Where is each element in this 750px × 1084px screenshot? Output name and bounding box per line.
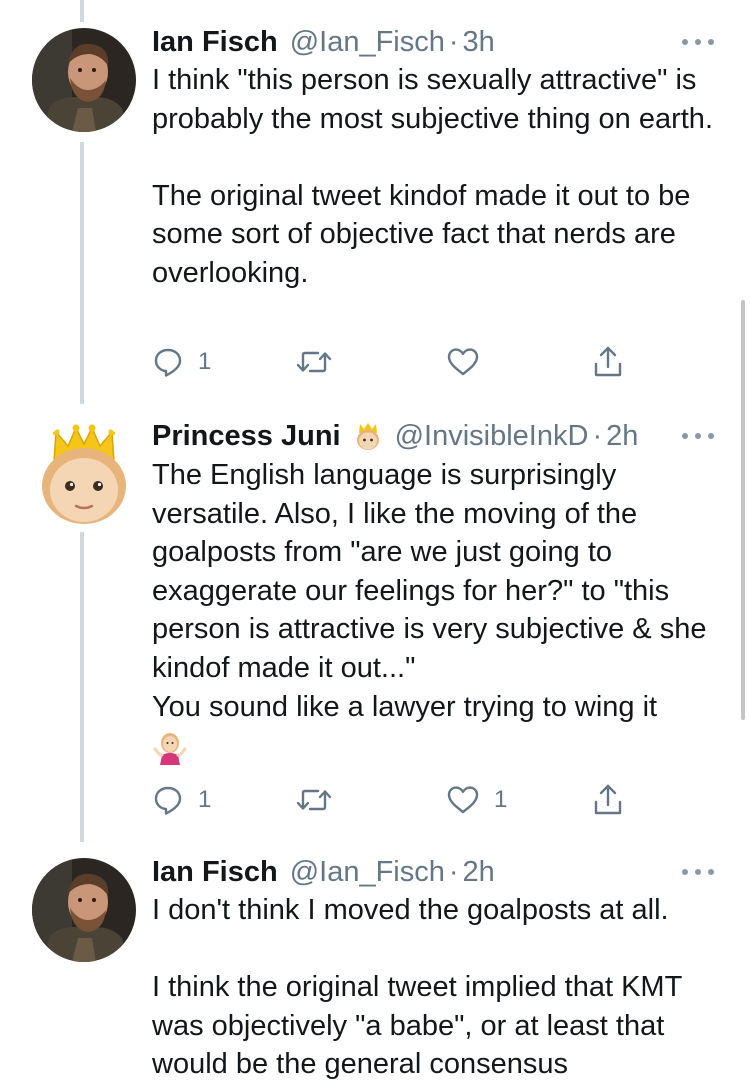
- tweet-header: Ian Fisch @Ian_Fisch · 3h: [152, 24, 495, 60]
- princess-emoji-avatar-icon: [32, 422, 136, 526]
- retweet-icon: [296, 351, 332, 373]
- tweet-header: Ian Fisch @Ian_Fisch · 2h: [152, 854, 495, 890]
- tweet-header: Princess Juni @InvisibleInkD · 2h: [152, 418, 638, 454]
- more-dot-icon: [708, 39, 714, 45]
- share-icon: [594, 784, 622, 815]
- tweet-paragraph: I don't think I moved the goalposts at a…: [152, 894, 669, 926]
- avatar[interactable]: [32, 422, 136, 526]
- tweet-paragraph: The original tweet kindof made it out to…: [152, 179, 691, 289]
- reply-count: 1: [198, 348, 212, 375]
- more-dot-icon: [695, 39, 701, 45]
- display-name[interactable]: Ian Fisch: [152, 26, 278, 59]
- heart-icon: [447, 348, 479, 376]
- timestamp[interactable]: 2h: [606, 420, 638, 453]
- heart-icon: [447, 786, 479, 814]
- reply-button[interactable]: 1: [152, 342, 211, 382]
- more-dot-icon: [682, 433, 688, 439]
- handle[interactable]: @InvisibleInkD: [395, 420, 589, 453]
- more-options-button[interactable]: [682, 866, 714, 878]
- tweet-actions: 1 1: [152, 780, 632, 820]
- display-name[interactable]: Ian Fisch: [152, 856, 278, 889]
- tweet-1[interactable]: Ian Fisch @Ian_Fisch · 3h I think "this …: [0, 0, 750, 400]
- scrollbar[interactable]: [741, 300, 745, 720]
- tweet-paragraph: I think "this person is sexually attract…: [152, 64, 713, 135]
- tweet-2[interactable]: Princess Juni @InvisibleInkD · 2h The En…: [0, 400, 750, 840]
- tweet-text: The English language is surprisingly ver…: [152, 456, 722, 765]
- tweet-paragraph: The English language is surprisingly ver…: [152, 459, 707, 684]
- more-options-button[interactable]: [682, 430, 714, 442]
- share-icon: [594, 346, 622, 377]
- retweet-button[interactable]: [296, 780, 332, 820]
- avatar[interactable]: [32, 28, 136, 132]
- display-name[interactable]: Princess Juni: [152, 420, 341, 453]
- tweet-paragraph: I think the original tweet implied that …: [152, 971, 682, 1081]
- reply-button[interactable]: 1: [152, 780, 211, 820]
- bearded-man-avatar-icon: [32, 28, 136, 132]
- handle[interactable]: @Ian_Fisch: [290, 856, 445, 889]
- handle[interactable]: @Ian_Fisch: [290, 26, 445, 59]
- reply-icon: [154, 786, 182, 815]
- more-options-button[interactable]: [682, 36, 714, 48]
- retweet-button[interactable]: [296, 342, 332, 382]
- tweet-actions: 1: [152, 342, 632, 382]
- share-button[interactable]: [592, 780, 624, 820]
- timestamp[interactable]: 2h: [463, 856, 495, 889]
- more-dot-icon: [695, 869, 701, 875]
- retweet-icon: [296, 789, 332, 811]
- tweet-text: I don't think I moved the goalposts at a…: [152, 891, 722, 1084]
- separator-dot: ·: [448, 855, 459, 888]
- tweet-trailing-emoji: [152, 726, 722, 765]
- like-button[interactable]: 1: [446, 780, 507, 820]
- timestamp[interactable]: 3h: [463, 26, 495, 59]
- more-dot-icon: [682, 39, 688, 45]
- tweet-text: I think "this person is sexually attract…: [152, 61, 722, 293]
- separator-dot: ·: [592, 419, 603, 452]
- separator-dot: ·: [448, 25, 459, 58]
- more-dot-icon: [708, 869, 714, 875]
- tweet-paragraph: You sound like a lawyer trying to wing i…: [152, 690, 658, 723]
- bearded-man-avatar-icon: [32, 858, 136, 962]
- reply-count: 1: [198, 786, 212, 813]
- like-button[interactable]: [446, 342, 480, 382]
- more-dot-icon: [708, 433, 714, 439]
- like-count: 1: [494, 786, 508, 813]
- tweet-3[interactable]: Ian Fisch @Ian_Fisch · 2h I don't think …: [0, 840, 750, 1081]
- reply-icon: [154, 348, 182, 377]
- more-dot-icon: [682, 869, 688, 875]
- tweet-paragraph-gap: [152, 138, 722, 177]
- share-button[interactable]: [592, 342, 624, 382]
- tweet-paragraph-gap: [152, 930, 722, 969]
- avatar[interactable]: [32, 858, 136, 962]
- more-dot-icon: [695, 433, 701, 439]
- person-shrugging-emoji-icon: [152, 729, 188, 765]
- princess-emoji-icon: [353, 421, 383, 451]
